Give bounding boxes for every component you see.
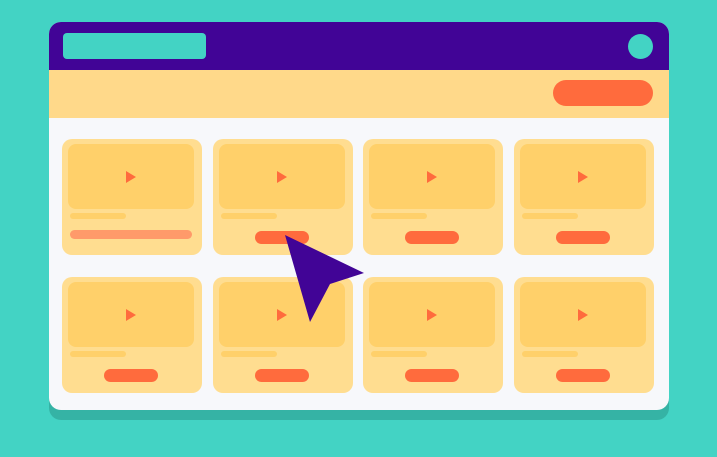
card-action-button[interactable] (405, 369, 459, 382)
title-placeholder (63, 33, 206, 59)
card-action-button[interactable] (556, 369, 610, 382)
play-icon (277, 171, 287, 183)
video-title-placeholder (522, 351, 578, 357)
video-card[interactable] (363, 139, 503, 255)
video-thumbnail[interactable] (369, 144, 495, 209)
toolbar (49, 70, 669, 118)
video-thumbnail[interactable] (520, 282, 646, 347)
cursor-arrow-icon (285, 235, 364, 322)
video-card[interactable] (363, 277, 503, 393)
card-action-button[interactable] (104, 369, 158, 382)
video-thumbnail[interactable] (219, 144, 345, 209)
progress-bar (70, 230, 192, 239)
toolbar-action-button[interactable] (553, 80, 653, 106)
video-title-placeholder (221, 351, 277, 357)
video-card[interactable] (514, 139, 654, 255)
video-title-placeholder (522, 213, 578, 219)
video-thumbnail[interactable] (68, 282, 194, 347)
video-thumbnail[interactable] (520, 144, 646, 209)
video-title-placeholder (70, 351, 126, 357)
card-action-button[interactable] (556, 231, 610, 244)
video-card[interactable] (62, 139, 202, 255)
play-icon (126, 171, 136, 183)
card-action-button[interactable] (405, 231, 459, 244)
video-thumbnail[interactable] (369, 282, 495, 347)
video-title-placeholder (371, 351, 427, 357)
card-action-button[interactable] (255, 369, 309, 382)
title-bar (49, 22, 669, 70)
play-icon (427, 309, 437, 321)
play-icon (427, 171, 437, 183)
video-card[interactable] (62, 277, 202, 393)
play-icon (578, 309, 588, 321)
play-icon (578, 171, 588, 183)
video-title-placeholder (371, 213, 427, 219)
video-title-placeholder (221, 213, 277, 219)
app-window (49, 22, 669, 410)
video-thumbnail[interactable] (68, 144, 194, 209)
video-card[interactable] (514, 277, 654, 393)
window-control-button[interactable] (628, 34, 653, 59)
video-title-placeholder (70, 213, 126, 219)
play-icon (126, 309, 136, 321)
